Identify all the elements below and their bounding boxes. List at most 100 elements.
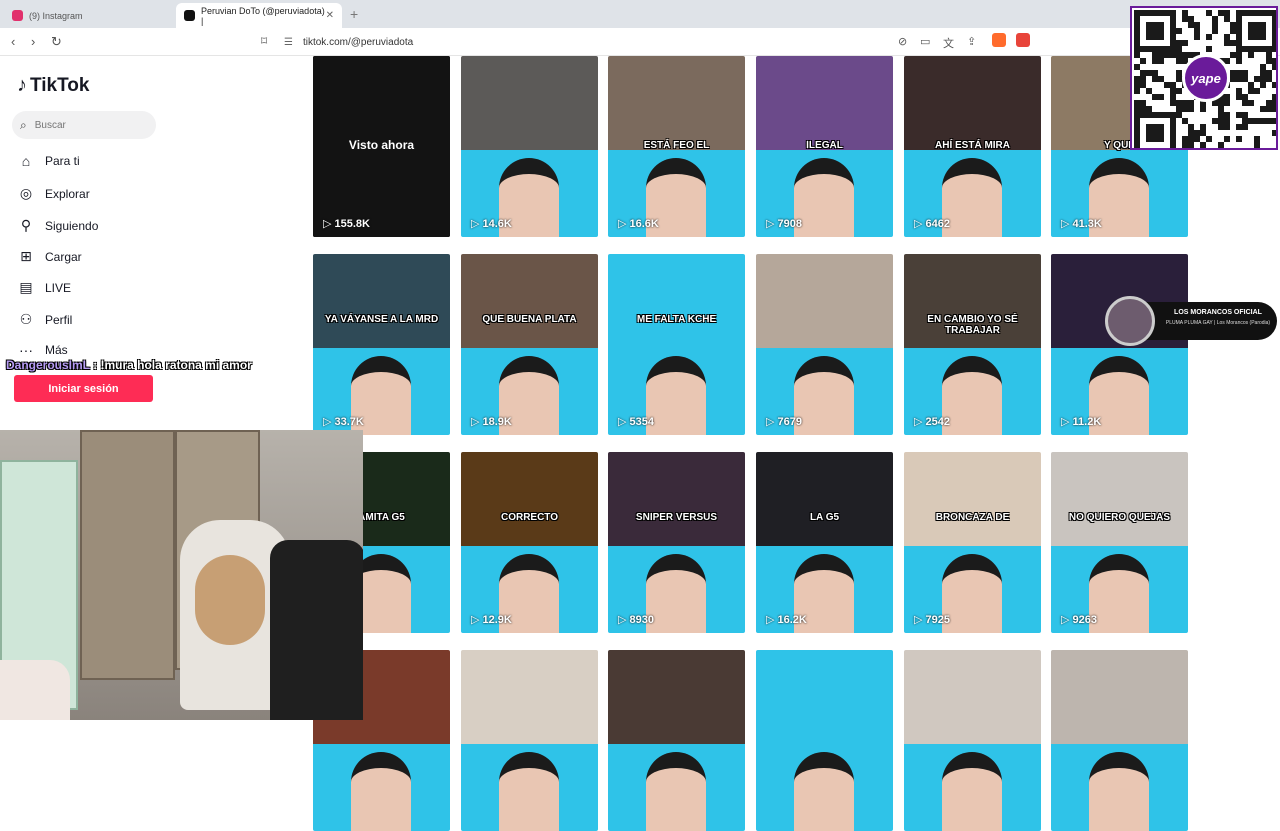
qr-module [1176, 40, 1182, 46]
qr-module [1230, 70, 1236, 76]
video-caption: ESTÁ FEO EL [643, 140, 710, 151]
video-card[interactable]: ILEGAL ▷ 7908 [756, 56, 893, 237]
webcam-bed [0, 660, 70, 720]
video-card[interactable]: ME FALTA KCHE ▷ 5354 [608, 254, 745, 435]
qr-module [1266, 52, 1272, 58]
view-count-text: 2542 [925, 416, 950, 428]
video-card[interactable] [461, 650, 598, 831]
qr-module [1206, 136, 1212, 142]
streamer-face [351, 752, 411, 831]
video-card[interactable]: ▷ 7679 [756, 254, 893, 435]
video-card[interactable]: LA G5 ▷ 16.2K [756, 452, 893, 633]
video-card[interactable]: NO QUIERO QUEJAS ▷ 9263 [1051, 452, 1188, 633]
qr-module [1182, 142, 1188, 148]
search-input[interactable] [34, 119, 145, 131]
site-settings-icon[interactable]: ☰ [284, 37, 293, 48]
webcam-closet [80, 430, 175, 680]
qr-module [1134, 136, 1140, 142]
brave-shield-icon[interactable] [992, 33, 1006, 47]
qr-module [1140, 76, 1146, 82]
video-card[interactable] [756, 650, 893, 831]
video-caption: ME FALTA KCHE [636, 314, 717, 325]
qr-module [1248, 52, 1254, 58]
back-icon[interactable]: ‹ [11, 34, 15, 49]
nav-label: Siguiendo [45, 218, 99, 233]
qr-module [1230, 76, 1236, 82]
video-card[interactable]: SNIPER VERSUS ▷ 8930 [608, 452, 745, 633]
qr-module [1248, 34, 1254, 40]
video-card[interactable]: CORRECTO ▷ 12.9K [461, 452, 598, 633]
qr-module [1260, 106, 1266, 112]
bookmark-icon[interactable]: ⌑ [261, 34, 267, 48]
reload-icon[interactable]: ↻ [51, 34, 62, 50]
nav-live[interactable]: ▤ LIVE [17, 279, 71, 296]
share-icon[interactable]: ⇪ [967, 35, 976, 48]
video-thumbnail-top [608, 452, 745, 547]
album-disc-icon [1105, 296, 1155, 346]
view-count: ▷ 16.6K [618, 217, 659, 230]
view-count-text: 41.3K [1072, 218, 1102, 230]
qr-module [1146, 88, 1152, 94]
cast-icon[interactable]: ▭ [920, 35, 930, 48]
view-count: ▷ 11.2K [1061, 415, 1101, 428]
translate-icon[interactable]: 文 [943, 35, 954, 51]
qr-module [1224, 10, 1230, 16]
tab-tiktok[interactable]: Peruvian DoTo (@peruviadota) | ✕ [176, 3, 342, 28]
video-card[interactable]: BRONCAZA DE ▷ 7925 [904, 452, 1041, 633]
qr-module [1182, 10, 1188, 16]
video-card[interactable]: Visto ahora ▷ 155.8K [313, 56, 450, 237]
video-card[interactable]: UNA▷ 11.2K [1051, 254, 1188, 435]
qr-module [1164, 82, 1170, 88]
video-card[interactable]: AHÍ ESTÁ MIRA ▷ 6462 [904, 56, 1041, 237]
video-card[interactable] [1051, 650, 1188, 831]
qr-module [1272, 94, 1276, 100]
play-icon: ▷ [766, 218, 778, 230]
webcam-overlay [0, 430, 363, 720]
rewards-icon[interactable] [1016, 33, 1030, 47]
qr-module [1236, 124, 1242, 130]
mute-icon[interactable]: ⊘ [898, 35, 907, 48]
video-card[interactable] [608, 650, 745, 831]
qr-module [1266, 148, 1272, 150]
nav-following[interactable]: ⚲ Siguiendo [17, 217, 99, 234]
view-count-text: 6462 [925, 218, 950, 230]
video-card[interactable]: YA VÁYANSE A LA MRD ▷ 33.7K [313, 254, 450, 435]
qr-module [1134, 118, 1140, 124]
compass-icon: ◎ [19, 185, 33, 201]
close-icon[interactable]: ✕ [326, 10, 334, 21]
qr-module [1260, 34, 1266, 40]
qr-module [1254, 118, 1260, 124]
new-tab-button[interactable]: + [350, 6, 358, 22]
qr-module [1134, 130, 1140, 136]
qr-module [1176, 112, 1182, 118]
forward-icon[interactable]: › [31, 34, 35, 49]
qr-module [1134, 10, 1140, 16]
video-card[interactable] [904, 650, 1041, 831]
tiktok-logo[interactable]: ♪ TikTok [17, 74, 89, 97]
video-card[interactable]: EN CAMBIO YO SÉ TRABAJAR ▷ 2542 [904, 254, 1041, 435]
tiktok-note-icon: ♪ [17, 74, 27, 96]
qr-module [1188, 142, 1194, 148]
view-count: ▷ 5354 [618, 415, 654, 428]
qr-module [1152, 22, 1158, 28]
nav-profile[interactable]: ⚇ Perfil [17, 311, 73, 328]
video-card[interactable]: QUE BUENA PLATA ▷ 18.9K [461, 254, 598, 435]
nav-explore[interactable]: ◎ Explorar [17, 185, 90, 202]
tab-instagram[interactable]: (9) Instagram [4, 3, 174, 28]
nav-for-you[interactable]: ⌂ Para ti [17, 153, 80, 169]
search-box[interactable]: ⌕ [12, 111, 156, 139]
nav-more[interactable]: ··· Más [17, 342, 68, 358]
video-card[interactable]: ESTÁ FEO EL ▷ 16.6K [608, 56, 745, 237]
qr-module [1272, 58, 1276, 64]
qr-module [1242, 70, 1248, 76]
login-button[interactable]: Iniciar sesión [14, 375, 153, 402]
qr-module [1188, 124, 1194, 130]
qr-module [1194, 28, 1200, 34]
video-thumbnail-top [756, 254, 893, 349]
nav-upload[interactable]: ⊞ Cargar [17, 248, 82, 265]
qr-module [1170, 100, 1176, 106]
qr-module [1224, 136, 1230, 142]
video-card[interactable]: ▷ 14.6K [461, 56, 598, 237]
profile-icon: ⚇ [19, 311, 33, 327]
qr-module [1152, 124, 1158, 130]
